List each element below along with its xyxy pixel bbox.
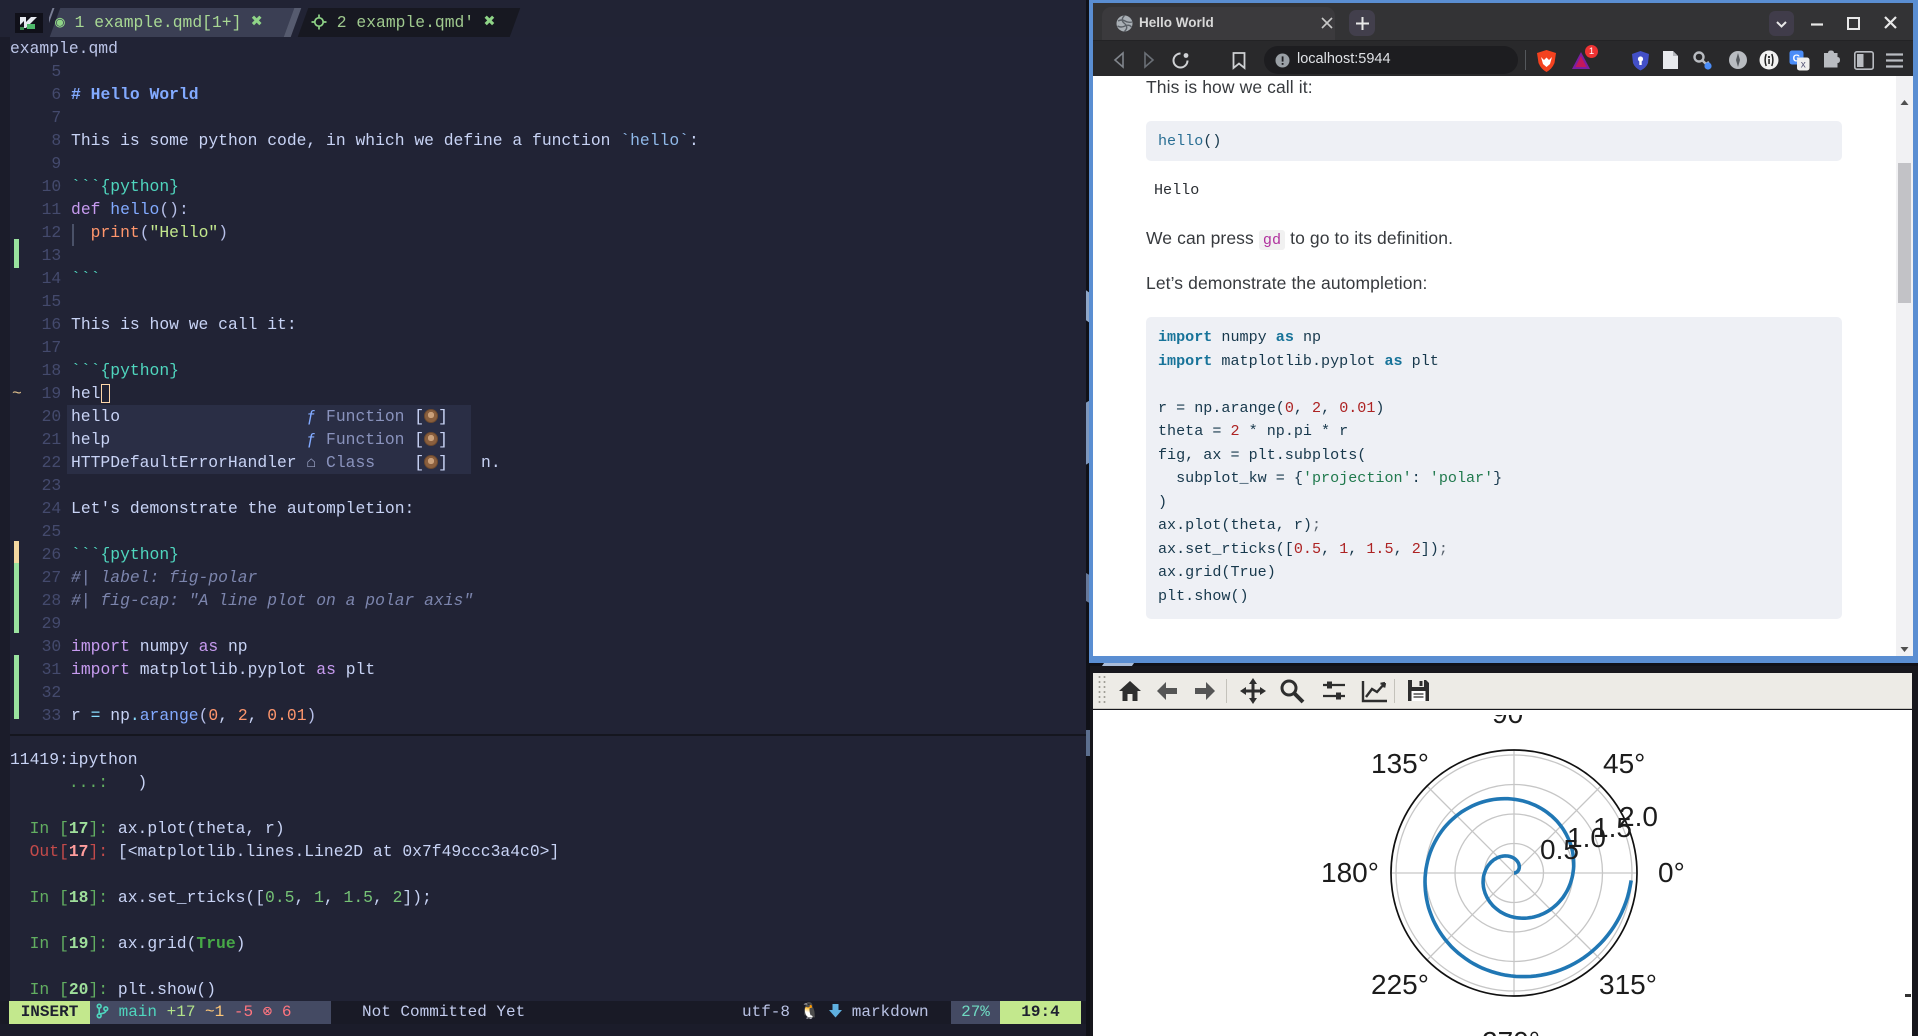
svg-text:x: x [1801,60,1806,71]
